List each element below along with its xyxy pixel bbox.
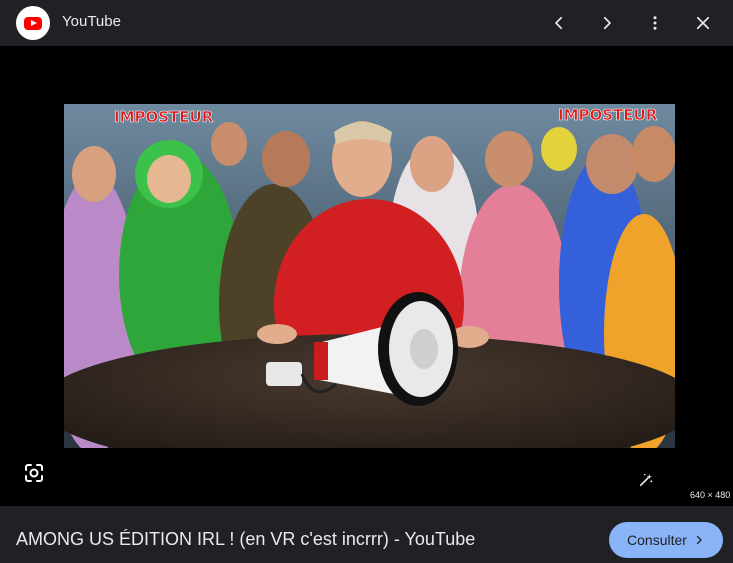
magic-wand-icon — [639, 473, 653, 487]
chevron-right-icon — [696, 535, 702, 545]
previous-button[interactable] — [543, 7, 575, 39]
image-viewer: IMPOSTEUR IMPOSTEUR 640 × 480 — [0, 46, 733, 506]
preview-image[interactable]: IMPOSTEUR IMPOSTEUR — [64, 104, 675, 448]
imposteur-label-right: IMPOSTEUR — [558, 106, 658, 124]
viewer-header: YouTube — [0, 0, 733, 46]
close-button[interactable] — [687, 7, 719, 39]
chevron-left-icon — [555, 16, 563, 30]
visit-button-label: Consulter — [627, 532, 687, 548]
enhance-button[interactable] — [638, 472, 658, 492]
thumbnail-illustration: IMPOSTEUR IMPOSTEUR — [64, 104, 675, 448]
google-lens-icon — [25, 464, 43, 482]
close-icon — [696, 16, 710, 30]
more-vert-icon — [653, 16, 657, 30]
visit-button[interactable]: Consulter — [609, 522, 723, 558]
lens-search-button[interactable] — [22, 461, 46, 485]
more-options-button[interactable] — [639, 7, 671, 39]
next-button[interactable] — [591, 7, 623, 39]
source-page-title[interactable]: AMONG US ÉDITION IRL ! (en VR c'est incr… — [16, 529, 475, 550]
site-name: YouTube — [62, 13, 121, 30]
image-dimensions: 640 × 480 — [690, 490, 731, 500]
chevron-right-icon — [603, 16, 611, 30]
source-bar: AMONG US ÉDITION IRL ! (en VR c'est incr… — [0, 506, 733, 563]
imposteur-label-left: IMPOSTEUR — [114, 108, 214, 126]
youtube-logo-icon — [16, 6, 50, 40]
